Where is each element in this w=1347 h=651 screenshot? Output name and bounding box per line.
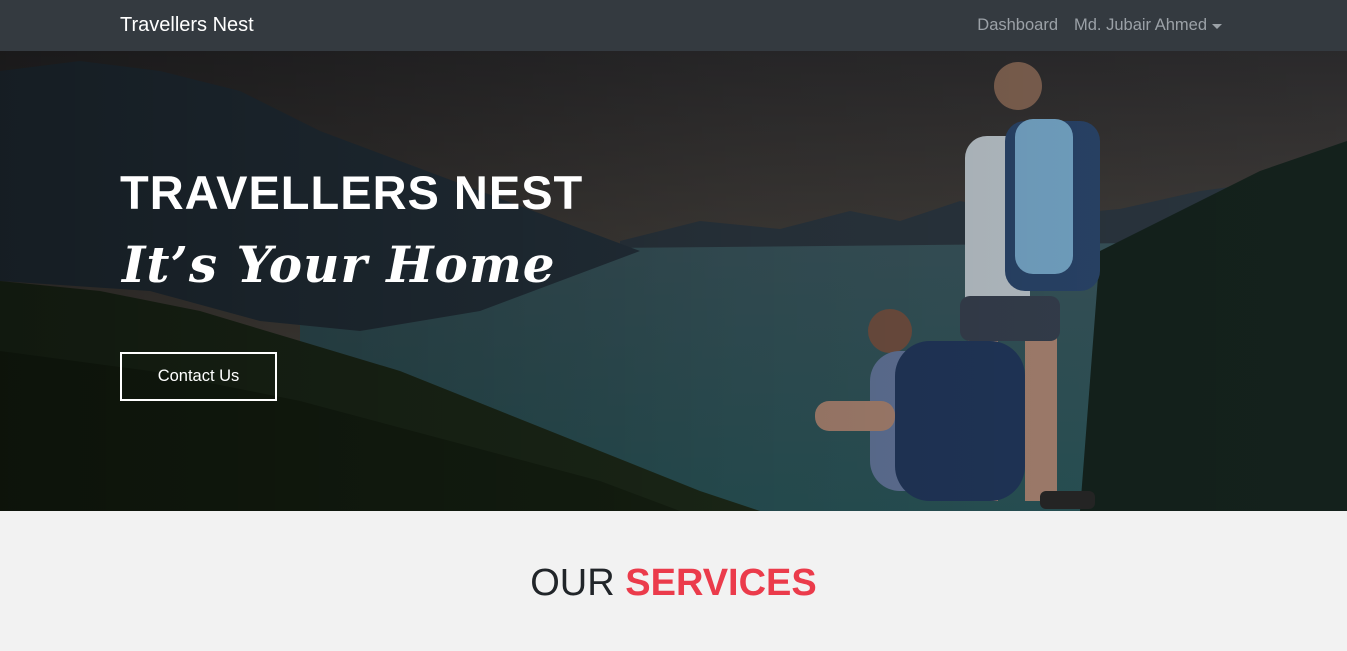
- user-name-label: Md. Jubair Ahmed: [1074, 16, 1207, 34]
- brand-link[interactable]: Travellers Nest: [120, 14, 254, 37]
- services-heading-light: OUR: [530, 562, 615, 604]
- user-menu-dropdown[interactable]: Md. Jubair Ahmed: [1074, 16, 1222, 35]
- hero-banner: TRAVELLERS NEST It’s Your Home Contact U…: [0, 51, 1347, 511]
- services-heading-accent: SERVICES: [625, 562, 817, 604]
- nav-links: Dashboard Md. Jubair Ahmed: [977, 16, 1222, 35]
- services-heading: OUR SERVICES: [0, 560, 1347, 606]
- hero-subtitle: It’s Your Home: [122, 235, 556, 294]
- hero-title: TRAVELLERS NEST: [120, 166, 584, 219]
- contact-us-button[interactable]: Contact Us: [120, 352, 277, 401]
- navbar: Travellers Nest Dashboard Md. Jubair Ahm…: [0, 0, 1347, 51]
- nav-dashboard-link[interactable]: Dashboard: [977, 16, 1058, 35]
- caret-down-icon: [1212, 23, 1222, 29]
